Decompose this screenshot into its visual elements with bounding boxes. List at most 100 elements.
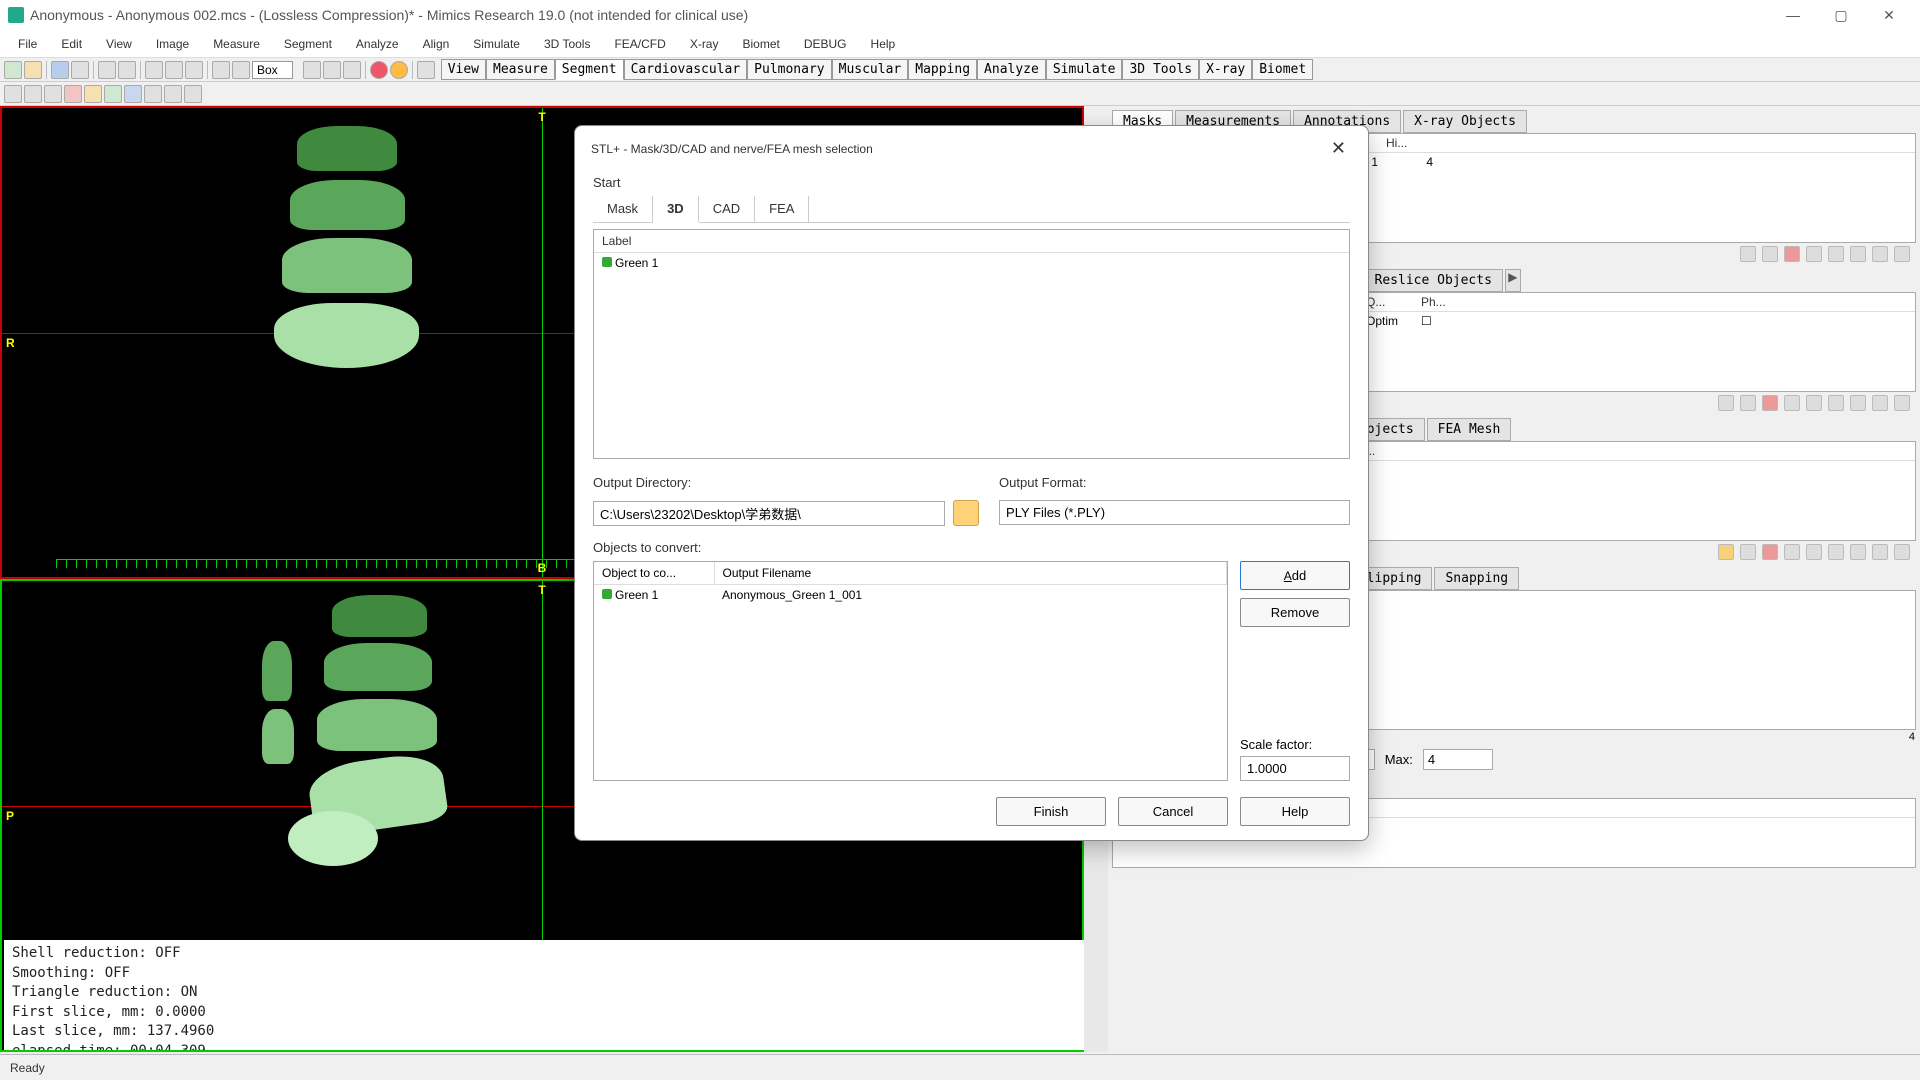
menu-biomet[interactable]: Biomet xyxy=(730,33,791,55)
cancel-button[interactable]: Cancel xyxy=(1118,797,1228,826)
action-icon[interactable] xyxy=(1784,395,1800,411)
close-button[interactable]: ✕ xyxy=(1866,0,1912,30)
menu-view[interactable]: View xyxy=(94,33,144,55)
menu-debug[interactable]: DEBUG xyxy=(792,33,859,55)
action-icon[interactable] xyxy=(1718,544,1734,560)
tool-icon[interactable] xyxy=(104,85,122,103)
menu-icon[interactable] xyxy=(1894,395,1910,411)
menu-icon[interactable] xyxy=(1894,544,1910,560)
delete-icon[interactable] xyxy=(1762,544,1778,560)
action-icon[interactable] xyxy=(1872,395,1888,411)
redo-icon[interactable] xyxy=(118,61,136,79)
fit-icon[interactable] xyxy=(343,61,361,79)
help-button[interactable]: Help xyxy=(1240,797,1350,826)
minimize-button[interactable]: — xyxy=(1770,0,1816,30)
tab-snapping[interactable]: Snapping xyxy=(1434,567,1519,590)
output-format-select[interactable]: PLY Files (*.PLY) xyxy=(999,500,1350,525)
mode-tab-x-ray[interactable]: X-ray xyxy=(1199,59,1252,80)
mode-tab-analyze[interactable]: Analyze xyxy=(977,59,1046,80)
add-button[interactable]: Add xyxy=(1240,561,1350,590)
tab-reslice-objects[interactable]: Reslice Objects xyxy=(1364,269,1503,292)
mode-tab-3d tools[interactable]: 3D Tools xyxy=(1122,59,1199,80)
action-icon[interactable] xyxy=(1740,544,1756,560)
menu-help[interactable]: Help xyxy=(859,33,908,55)
mode-tab-view[interactable]: View xyxy=(441,59,486,80)
zoom-in-icon[interactable] xyxy=(303,61,321,79)
action-icon[interactable] xyxy=(1740,246,1756,262)
mode-tab-segment[interactable]: Segment xyxy=(555,59,624,80)
new-icon[interactable] xyxy=(4,61,22,79)
source-list[interactable]: Label Green 1 xyxy=(593,229,1350,459)
open-icon[interactable] xyxy=(24,61,42,79)
mode-tab-cardiovascular[interactable]: Cardiovascular xyxy=(624,59,748,80)
tool-icon[interactable] xyxy=(4,85,22,103)
tab-mask[interactable]: Mask xyxy=(593,196,653,222)
action-icon[interactable] xyxy=(1806,544,1822,560)
mode-tab-mapping[interactable]: Mapping xyxy=(908,59,977,80)
menu-analyze[interactable]: Analyze xyxy=(344,33,411,55)
remove-button[interactable]: Remove xyxy=(1240,598,1350,627)
zoom-out-icon[interactable] xyxy=(323,61,341,79)
tool-icon[interactable] xyxy=(184,85,202,103)
tool-icon[interactable] xyxy=(84,85,102,103)
menu-xray[interactable]: X-ray xyxy=(678,33,731,55)
action-icon[interactable] xyxy=(1718,395,1734,411)
tool-icon[interactable] xyxy=(124,85,142,103)
menu-measure[interactable]: Measure xyxy=(201,33,272,55)
tab-3d[interactable]: 3D xyxy=(653,196,699,223)
tab-cad[interactable]: CAD xyxy=(699,196,755,222)
max-input[interactable] xyxy=(1423,749,1493,770)
source-item[interactable]: Green 1 xyxy=(594,253,1349,273)
menu-icon[interactable] xyxy=(1894,246,1910,262)
action-icon[interactable] xyxy=(1784,544,1800,560)
tool-icon[interactable] xyxy=(64,85,82,103)
action-icon[interactable] xyxy=(1740,395,1756,411)
objects-table[interactable]: Object to co...Output Filename Green 1 A… xyxy=(593,561,1228,781)
menu-align[interactable]: Align xyxy=(411,33,462,55)
help-icon[interactable] xyxy=(390,61,408,79)
save-icon[interactable] xyxy=(51,61,69,79)
action-icon[interactable] xyxy=(1850,246,1866,262)
action-icon[interactable] xyxy=(1828,246,1844,262)
output-dir-input[interactable] xyxy=(593,501,945,526)
tool-icon[interactable] xyxy=(44,85,62,103)
mode-tab-measure[interactable]: Measure xyxy=(486,59,555,80)
tool-icon[interactable] xyxy=(144,85,162,103)
tool-icon[interactable] xyxy=(145,61,163,79)
tab-fea-mesh[interactable]: FEA Mesh xyxy=(1427,418,1512,441)
action-icon[interactable] xyxy=(1850,544,1866,560)
menu-file[interactable]: File xyxy=(6,33,49,55)
record-icon[interactable] xyxy=(370,61,388,79)
tab-xray-objects[interactable]: X-ray Objects xyxy=(1403,110,1527,133)
action-icon[interactable] xyxy=(1850,395,1866,411)
tool-icon[interactable] xyxy=(185,61,203,79)
delete-icon[interactable] xyxy=(1784,246,1800,262)
action-icon[interactable] xyxy=(1828,544,1844,560)
undo-icon[interactable] xyxy=(98,61,116,79)
menu-edit[interactable]: Edit xyxy=(49,33,94,55)
tab-fea[interactable]: FEA xyxy=(755,196,809,222)
selection-mode-select[interactable]: Box xyxy=(252,61,293,79)
layout-icon[interactable] xyxy=(417,61,435,79)
object-row[interactable]: Green 1 Anonymous_Green 1_001 xyxy=(594,585,1227,606)
mode-tab-muscular[interactable]: Muscular xyxy=(832,59,909,80)
action-icon[interactable] xyxy=(1872,544,1888,560)
menu-3dtools[interactable]: 3D Tools xyxy=(532,33,602,55)
finish-button[interactable]: Finish xyxy=(996,797,1106,826)
action-icon[interactable] xyxy=(1872,246,1888,262)
plus-icon[interactable] xyxy=(232,61,250,79)
action-icon[interactable] xyxy=(1828,395,1844,411)
scroll-right-icon[interactable]: ▶ xyxy=(1505,269,1521,292)
dialog-close-button[interactable]: ✕ xyxy=(1325,138,1352,159)
browse-button[interactable] xyxy=(953,500,979,526)
menu-image[interactable]: Image xyxy=(144,33,201,55)
scale-input[interactable] xyxy=(1240,756,1350,781)
print-icon[interactable] xyxy=(71,61,89,79)
maximize-button[interactable]: ▢ xyxy=(1818,0,1864,30)
mode-tab-biomet[interactable]: Biomet xyxy=(1252,59,1313,80)
action-icon[interactable] xyxy=(1806,395,1822,411)
action-icon[interactable] xyxy=(1762,246,1778,262)
delete-icon[interactable] xyxy=(1762,395,1778,411)
refresh-icon[interactable] xyxy=(212,61,230,79)
tool-icon[interactable] xyxy=(165,61,183,79)
